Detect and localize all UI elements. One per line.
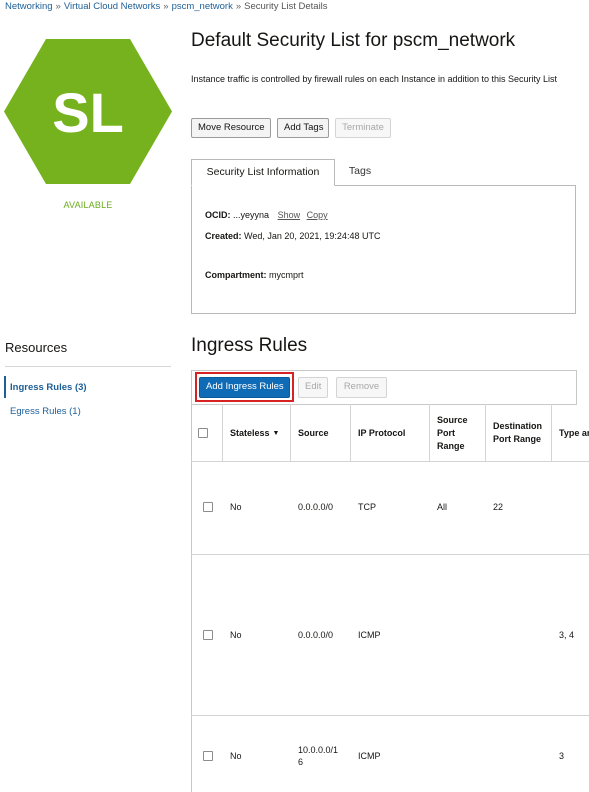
column-header-label: Source Port Range	[437, 414, 468, 451]
cell-source-line-2: 6	[298, 757, 304, 767]
cell-source-line-1: 10.0.0.0/1	[298, 745, 339, 755]
created-value: Wed, Jan 20, 2021, 19:24:48 UTC	[244, 231, 381, 241]
breadcrumb-separator: »	[163, 1, 169, 12]
cell-stateless: No	[230, 751, 242, 761]
column-header-label: Source	[298, 427, 329, 438]
sidebar-item-egress-rules[interactable]: Egress Rules (1)	[10, 406, 81, 417]
row-divider	[191, 715, 589, 716]
column-header-source-port-range: Source Port Range	[430, 404, 486, 462]
highlight-box	[195, 372, 294, 402]
ingress-rules-table	[191, 404, 589, 792]
cell-source: 10.0.0.0/1 6	[298, 744, 338, 768]
breadcrumb-separator: »	[235, 1, 242, 12]
cell-stateless: No	[230, 502, 242, 512]
terminate-button[interactable]: Terminate	[335, 118, 391, 138]
move-resource-button[interactable]: Move Resource	[191, 118, 271, 138]
hexagon-initials: SL	[52, 81, 124, 144]
column-header-ip-protocol: IP Protocol	[351, 404, 430, 462]
compartment-row: Compartment: mycmprt	[205, 270, 304, 280]
ocid-row: OCID: ...yeyyna Show Copy	[205, 210, 328, 220]
resources-divider	[5, 366, 171, 367]
cell-ip-protocol: ICMP	[358, 751, 381, 761]
page-title: Default Security List for pscm_network	[191, 30, 516, 51]
row-checkbox[interactable]	[203, 502, 213, 512]
row-checkbox[interactable]	[203, 751, 213, 761]
ocid-copy-link[interactable]: Copy	[307, 210, 328, 220]
column-header-stateless[interactable]: Stateless ▼	[223, 404, 291, 462]
security-list-hexagon-icon: SL	[4, 39, 172, 184]
breadcrumb-vcn[interactable]: Virtual Cloud Networks	[64, 1, 160, 12]
ocid-value: ...yeyyna	[233, 210, 270, 220]
select-all-checkbox[interactable]	[198, 428, 208, 438]
ingress-rules-title: Ingress Rules	[191, 335, 308, 356]
compartment-label: Compartment:	[205, 270, 267, 280]
column-header-label: IP Protocol	[358, 427, 406, 438]
tab-security-list-information[interactable]: Security List Information	[191, 159, 335, 186]
cell-ip-protocol: TCP	[358, 502, 376, 512]
breadcrumb: Networking» Virtual Cloud Networks» pscm_n…	[5, 1, 328, 12]
edit-button[interactable]: Edit	[298, 377, 328, 398]
cell-source-port-range: All	[437, 502, 448, 512]
cell-stateless: No	[230, 630, 242, 640]
cell-type-and-code: 3	[559, 751, 565, 761]
cell-destination-port-range: 22	[493, 502, 504, 512]
column-header-destination-port-range: Destination Port Range	[486, 404, 552, 462]
resources-title: Resources	[5, 340, 68, 355]
cell-source: 0.0.0.0/0	[298, 630, 334, 640]
sort-down-icon: ▼	[272, 429, 280, 437]
breadcrumb-separator: »	[55, 1, 61, 12]
page-description: Instance traffic is controlled by firewa…	[191, 74, 558, 84]
column-header-type-and-code: Type an	[552, 404, 589, 462]
cell-type-and-code: 3, 4	[559, 630, 575, 640]
row-divider	[191, 554, 589, 555]
info-panel: OCID: ...yeyyna Show Copy Created: Wed, …	[191, 185, 576, 314]
status-label: AVAILABLE	[63, 200, 113, 210]
column-header-label: Type an	[559, 427, 589, 438]
cell-source: 0.0.0.0/0	[298, 502, 334, 512]
header-divider	[191, 461, 589, 462]
column-header-label: Destination Port Range	[493, 421, 543, 444]
breadcrumb-networking[interactable]: Networking	[5, 1, 53, 12]
created-label: Created:	[205, 231, 242, 241]
add-tags-button[interactable]: Add Tags	[277, 118, 329, 138]
ocid-show-link[interactable]: Show	[278, 210, 301, 220]
select-all-header	[191, 404, 223, 462]
compartment-value: mycmprt	[269, 270, 304, 280]
ocid-label: OCID:	[205, 210, 231, 220]
cell-ip-protocol: ICMP	[358, 630, 381, 640]
column-header-source: Source	[291, 404, 351, 462]
resources-active-indicator	[4, 376, 6, 398]
row-checkbox[interactable]	[203, 630, 213, 640]
breadcrumb-current: Security List Details	[244, 1, 328, 12]
remove-button[interactable]: Remove	[336, 377, 387, 398]
tab-tags[interactable]: Tags	[336, 159, 384, 185]
breadcrumb-pscm-network[interactable]: pscm_network	[172, 1, 233, 12]
sidebar-item-ingress-rules[interactable]: Ingress Rules (3)	[10, 382, 87, 393]
column-header-label: Stateless	[230, 427, 270, 438]
created-row: Created: Wed, Jan 20, 2021, 19:24:48 UTC	[205, 231, 380, 241]
